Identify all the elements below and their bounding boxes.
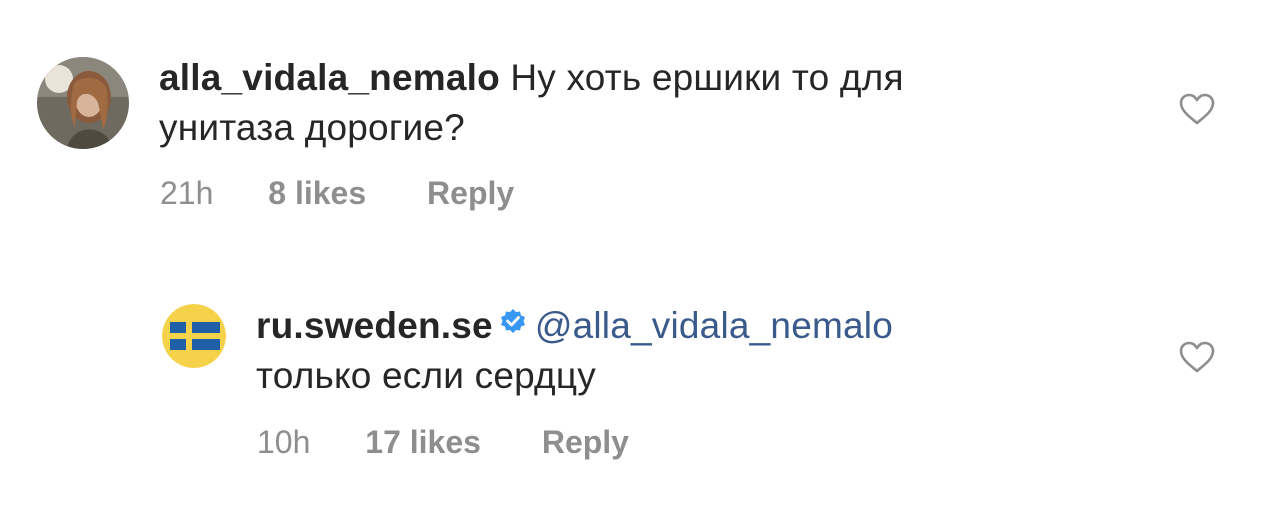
comment-meta-1: 21h 8 likes Reply	[160, 175, 514, 212]
comment-meta-2: 10h 17 likes Reply	[257, 424, 629, 461]
comment-likes[interactable]: 17 likes	[365, 424, 481, 461]
comment-time: 21h	[160, 175, 214, 211]
like-button-1[interactable]	[1178, 92, 1216, 131]
comment-username[interactable]: ru.sweden.se	[256, 305, 493, 346]
reply-button[interactable]: Reply	[427, 175, 514, 212]
avatar-ru-sweden[interactable]	[162, 304, 226, 368]
comment-line: только если сердцу	[256, 355, 596, 396]
like-button-2[interactable]	[1178, 340, 1216, 379]
comment-text-1-line2: унитаза дорогие?	[159, 104, 465, 152]
user-photo-avatar-icon	[37, 57, 129, 149]
comment-line: Ну хоть ершики то для	[510, 57, 904, 98]
heart-outline-icon	[1179, 93, 1215, 125]
comment-item-2: ru.sweden.se @alla_vidala_nemalo только е…	[0, 250, 1280, 506]
mention-link[interactable]: @alla_vidala_nemalo	[535, 305, 893, 346]
avatar-alla[interactable]	[37, 57, 129, 149]
reply-button[interactable]: Reply	[542, 424, 629, 461]
comment-username[interactable]: alla_vidala_nemalo	[159, 57, 500, 98]
heart-outline-icon	[1179, 341, 1215, 373]
swedish-flag-avatar-icon	[162, 304, 226, 368]
comment-item-1: alla_vidala_nemalo Ну хоть ершики то для…	[0, 0, 1280, 250]
comment-likes[interactable]: 8 likes	[268, 175, 366, 212]
comment-text-2: ru.sweden.se @alla_vidala_nemalo	[256, 302, 893, 352]
comment-text-1: alla_vidala_nemalo Ну хоть ершики то для	[159, 54, 904, 102]
comment-text-2-line2: только если сердцу	[256, 352, 596, 400]
comment-line: унитаза дорогие?	[159, 107, 465, 148]
comment-time: 10h	[257, 424, 311, 460]
verified-badge-icon	[499, 300, 527, 348]
